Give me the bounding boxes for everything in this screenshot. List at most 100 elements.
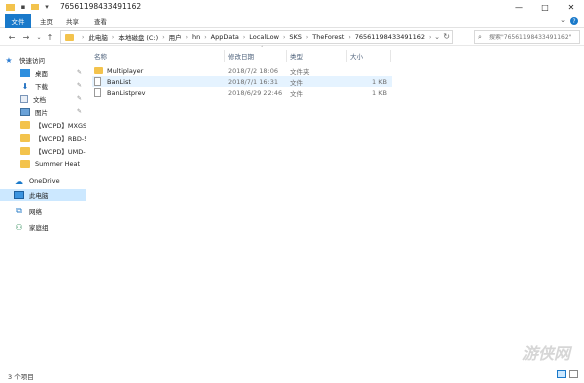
tab-share[interactable]: 共享 bbox=[60, 14, 85, 28]
sidebar-item-label: 【WCPD】MXGS-1 bbox=[35, 122, 86, 130]
view-switcher bbox=[557, 370, 578, 378]
file-name: BanList bbox=[94, 76, 131, 87]
column-header-size[interactable]: 大小 bbox=[350, 50, 363, 62]
breadcrumb-local-disk[interactable]: 本地磁盘 (C:) bbox=[118, 32, 158, 42]
breadcrumb-this-pc[interactable]: 此电脑 bbox=[88, 32, 108, 42]
column-divider[interactable] bbox=[286, 50, 287, 62]
ribbon: 文件 主页 共享 查看 ⌄ ? bbox=[0, 14, 584, 28]
search-box[interactable]: ⌕ bbox=[474, 30, 580, 44]
sidebar-item-onedrive[interactable]: ☁ OneDrive bbox=[0, 175, 86, 187]
forward-button[interactable]: → bbox=[20, 30, 32, 44]
column-divider[interactable] bbox=[346, 50, 347, 62]
sidebar-item-label: 此电脑 bbox=[29, 192, 49, 200]
file-size: 1 KB bbox=[372, 88, 387, 97]
chevron-down-icon[interactable]: ⌄ bbox=[434, 33, 440, 41]
tab-home[interactable]: 主页 bbox=[34, 14, 59, 28]
sidebar-item-label: 图片 bbox=[35, 109, 48, 117]
title-bar: ▪ ▾ 76561198433491162 — □ ✕ bbox=[0, 0, 584, 14]
sidebar-item-summer-heat[interactable]: Summer Heat bbox=[0, 158, 86, 170]
pin-icon[interactable]: ✎ bbox=[77, 95, 82, 102]
sidebar-item-label: 快速访问 bbox=[19, 57, 45, 65]
breadcrumb-locallow[interactable]: LocalLow bbox=[249, 33, 279, 41]
folder-icon bbox=[20, 121, 30, 129]
expand-ribbon-icon[interactable]: ⌄ bbox=[560, 16, 566, 24]
sidebar-item-downloads[interactable]: ⬇ 下载 ✎ bbox=[0, 80, 86, 92]
pin-icon[interactable]: ✎ bbox=[77, 82, 82, 89]
sidebar-item-label: 下载 bbox=[35, 83, 48, 91]
sidebar-item-documents[interactable]: 文档 ✎ bbox=[0, 93, 86, 105]
maximize-button[interactable]: □ bbox=[532, 0, 558, 14]
pin-icon[interactable]: ✎ bbox=[77, 69, 82, 76]
file-date: 2018/6/29 22:46 bbox=[228, 88, 283, 97]
file-icon bbox=[94, 77, 101, 86]
column-divider[interactable] bbox=[390, 50, 391, 62]
star-icon: ★ bbox=[5, 55, 13, 65]
computer-icon bbox=[14, 191, 24, 199]
column-divider[interactable] bbox=[224, 50, 225, 62]
help-icon[interactable]: ? bbox=[570, 17, 578, 25]
minimize-button[interactable]: — bbox=[506, 0, 532, 14]
customize-quick-access-icon[interactable]: ▾ bbox=[42, 2, 52, 12]
folder-icon bbox=[65, 33, 74, 41]
details-view-icon[interactable] bbox=[557, 370, 566, 378]
folder-icon bbox=[20, 134, 30, 142]
network-icon: ⧉ bbox=[16, 206, 22, 215]
file-name: Multiplayer bbox=[94, 65, 143, 76]
folder-icon bbox=[20, 147, 30, 155]
sidebar-item-folder-rbd[interactable]: 【WCPD】RBD-55 bbox=[0, 132, 86, 144]
search-input[interactable] bbox=[489, 33, 577, 41]
tab-view[interactable]: 查看 bbox=[88, 14, 113, 28]
sidebar-item-desktop[interactable]: 桌面 ✎ bbox=[0, 67, 86, 79]
chevron-right-icon: › bbox=[204, 33, 207, 41]
desktop-icon bbox=[20, 69, 30, 77]
file-row[interactable]: Multiplayer 2018/7/2 18:06 文件夹 bbox=[92, 65, 392, 76]
back-button[interactable]: ← bbox=[6, 30, 18, 44]
breadcrumb-current[interactable]: 76561198433491162 bbox=[355, 33, 425, 41]
cloud-icon: ☁ bbox=[15, 176, 23, 186]
sidebar-item-quick-access[interactable]: ★ 快速访问 bbox=[0, 54, 86, 66]
sidebar-item-folder-mxgs[interactable]: 【WCPD】MXGS-1 bbox=[0, 119, 86, 131]
refresh-icon[interactable]: ↻ bbox=[443, 32, 450, 41]
sidebar-item-this-pc[interactable]: 此电脑 bbox=[0, 189, 86, 201]
column-header-type[interactable]: 类型 bbox=[290, 50, 303, 62]
properties-icon[interactable]: ▪ bbox=[18, 2, 28, 12]
sidebar-item-label: 桌面 bbox=[35, 70, 48, 78]
file-row[interactable]: BanListprev 2018/6/29 22:46 文件 1 KB bbox=[92, 87, 392, 98]
file-type: 文件 bbox=[290, 89, 303, 98]
navigation-bar: ← → ⌄ ↑ › 此电脑 › 本地磁盘 (C:) › 用户 › hn › Ap… bbox=[0, 28, 584, 46]
breadcrumb-theforest[interactable]: TheForest bbox=[312, 33, 344, 41]
file-name: BanListprev bbox=[94, 87, 145, 98]
breadcrumb-appdata[interactable]: AppData bbox=[211, 33, 239, 41]
sidebar-item-network[interactable]: ⧉ 网络 bbox=[0, 205, 86, 217]
up-button[interactable]: ↑ bbox=[44, 30, 56, 44]
homegroup-icon: ⚇ bbox=[15, 222, 23, 232]
address-bar[interactable]: › 此电脑 › 本地磁盘 (C:) › 用户 › hn › AppData › … bbox=[60, 30, 453, 44]
sidebar-item-homegroup[interactable]: ⚇ 家庭组 bbox=[0, 221, 86, 233]
chevron-right-icon: › bbox=[162, 33, 165, 41]
breadcrumb-users[interactable]: 用户 bbox=[169, 32, 182, 42]
file-type: 文件 bbox=[290, 78, 303, 87]
new-folder-icon[interactable] bbox=[30, 2, 40, 12]
sidebar-item-label: 【WCPD】RBD-55 bbox=[35, 135, 86, 143]
chevron-right-icon: › bbox=[185, 33, 188, 41]
sidebar-item-pictures[interactable]: 图片 ✎ bbox=[0, 106, 86, 118]
large-icons-view-icon[interactable] bbox=[569, 370, 578, 378]
sidebar-item-label: 家庭组 bbox=[29, 224, 49, 232]
file-type: 文件夹 bbox=[290, 67, 310, 76]
breadcrumb-hn[interactable]: hn bbox=[192, 33, 200, 41]
folder-icon bbox=[94, 67, 103, 74]
tab-file[interactable]: 文件 bbox=[5, 14, 31, 28]
column-header-name[interactable]: 名称 bbox=[94, 50, 107, 62]
folder-icon bbox=[20, 160, 30, 168]
item-count: 3 个项目 bbox=[8, 373, 34, 381]
breadcrumb-sks[interactable]: SKS bbox=[289, 33, 302, 41]
sidebar-item-folder-umd[interactable]: 【WCPD】UMD-4 bbox=[0, 145, 86, 157]
file-row[interactable]: BanList 2018/7/1 16:31 文件 1 KB bbox=[92, 76, 392, 87]
pin-icon[interactable]: ✎ bbox=[77, 108, 82, 115]
pictures-icon bbox=[20, 108, 30, 116]
navigation-pane: ★ 快速访问 桌面 ✎ ⬇ 下载 ✎ 文档 ✎ 图片 ✎ 【WCPD】MXGS-… bbox=[0, 46, 86, 366]
sort-up-icon: ˄ bbox=[261, 46, 264, 52]
close-button[interactable]: ✕ bbox=[558, 0, 584, 14]
column-header-date[interactable]: 修改日期 bbox=[228, 50, 254, 62]
folder-icon[interactable] bbox=[5, 2, 15, 12]
